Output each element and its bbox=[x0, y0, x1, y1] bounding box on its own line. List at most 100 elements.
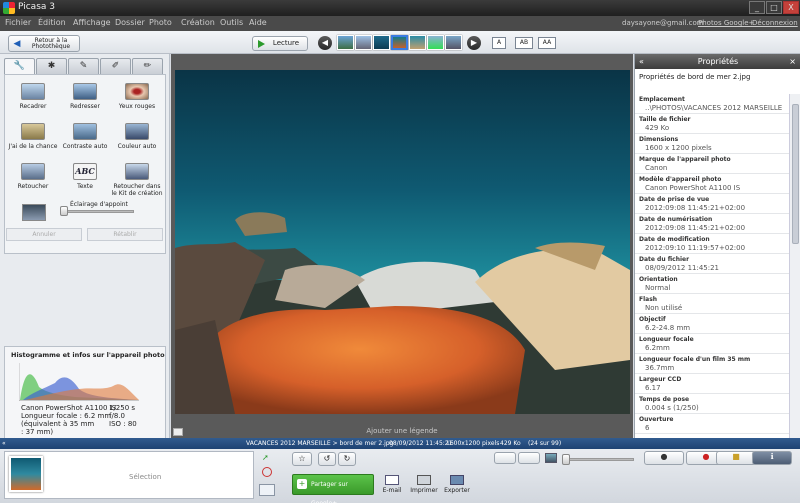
back-arrow-icon: ◀ bbox=[13, 39, 21, 49]
auto-contrast-label: Contraste auto bbox=[62, 143, 108, 150]
red-eye-tool[interactable]: Yeux rouges bbox=[111, 83, 163, 110]
window-title: Picasa 3 bbox=[18, 2, 55, 12]
auto-contrast-tool[interactable]: Contraste auto bbox=[59, 123, 111, 150]
fill-light-label: Éclairage d'appoint bbox=[70, 201, 128, 208]
caption-mode-ab-button[interactable]: AB bbox=[515, 37, 533, 49]
property-key: Marque de l'appareil photo bbox=[639, 156, 731, 163]
fill-light-slider[interactable] bbox=[64, 210, 134, 213]
feeling-lucky-tool[interactable]: J'ai de la chance bbox=[7, 123, 59, 150]
property-value: 6.17 bbox=[645, 384, 661, 392]
straighten-tool[interactable]: Redresser bbox=[59, 83, 111, 110]
logout-link[interactable]: Déconnexion bbox=[752, 19, 798, 27]
property-value: 2012:09:08 11:45:21+02:00 bbox=[645, 224, 746, 232]
menu-creation[interactable]: Création bbox=[181, 18, 215, 27]
export-button[interactable]: Exporter bbox=[437, 475, 477, 494]
retouch-tool[interactable]: Retoucher bbox=[7, 163, 59, 190]
property-key: Date de modification bbox=[639, 236, 710, 243]
fill-light-icon bbox=[22, 204, 46, 221]
menu-affichage[interactable]: Affichage bbox=[73, 18, 111, 27]
filmstrip-thumbnail[interactable] bbox=[445, 35, 462, 50]
hold-pin-icon[interactable]: ➚ bbox=[262, 453, 272, 463]
property-key: Modèle d'appareil photo bbox=[639, 176, 722, 183]
red-eye-icon bbox=[125, 83, 149, 100]
fill-light-slider-handle[interactable] bbox=[60, 206, 68, 216]
export-folder-icon bbox=[450, 475, 464, 485]
caption-input[interactable]: Ajouter une légende bbox=[171, 427, 633, 435]
zoom-slider[interactable] bbox=[562, 458, 634, 461]
property-value: ..\PHOTOS\VACANCES 2012 MARSEILLE bbox=[645, 104, 783, 112]
auto-color-tool[interactable]: Couleur auto bbox=[111, 123, 163, 150]
tab-effects-2[interactable]: ✐ bbox=[100, 58, 131, 74]
collapse-icon[interactable]: « bbox=[2, 440, 6, 447]
menu-fichier[interactable]: Fichier bbox=[5, 18, 31, 27]
filmstrip-thumbnail[interactable] bbox=[427, 35, 444, 50]
text-tool[interactable]: ABC Texte bbox=[59, 163, 111, 190]
next-photo-button[interactable]: ▶ bbox=[467, 36, 481, 50]
property-key: Objectif bbox=[639, 316, 666, 323]
google-photos-link[interactable]: Photos Google+ bbox=[698, 19, 754, 27]
tab-basic-fixes[interactable]: 🔧 bbox=[4, 58, 35, 75]
crop-tool[interactable]: Recadrer bbox=[7, 83, 59, 110]
menu-edition[interactable]: Édition bbox=[38, 18, 66, 27]
property-key: Date de prise de vue bbox=[639, 196, 710, 203]
menu-aide[interactable]: Aide bbox=[249, 18, 267, 27]
previous-photo-button[interactable]: ◀ bbox=[318, 36, 332, 50]
edit-panel: 🔧 ✱ ✎ ✐ ✏ Recadrer Redresser Yeux rouges… bbox=[0, 54, 170, 486]
properties-toggle-button[interactable]: ℹ bbox=[752, 451, 792, 465]
zoom-slider-handle[interactable] bbox=[562, 454, 570, 465]
property-row: Emplacement ..\PHOTOS\VACANCES 2012 MARSE… bbox=[635, 94, 789, 114]
scrollbar-thumb[interactable] bbox=[792, 104, 799, 244]
close-button[interactable]: X bbox=[783, 1, 799, 14]
rotate-left-button[interactable]: ↺ bbox=[318, 452, 336, 466]
minimize-button[interactable]: _ bbox=[749, 1, 765, 14]
account-email: daysayone@gmail.com bbox=[622, 19, 704, 27]
share-google-plus-button[interactable]: + Partager sur Google+ bbox=[292, 474, 374, 503]
view-single-button[interactable] bbox=[494, 452, 516, 464]
tab-tuning[interactable]: ✱ bbox=[36, 58, 67, 74]
people-button[interactable]: ● bbox=[644, 451, 684, 465]
caption-mode-a-button[interactable]: A bbox=[492, 37, 506, 49]
straighten-label: Redresser bbox=[70, 103, 100, 110]
brush-effects-icon: ✐ bbox=[111, 61, 120, 71]
caption-mode-aa-button[interactable]: AA bbox=[538, 37, 556, 49]
redo-button[interactable]: Rétablir bbox=[87, 228, 163, 241]
filmstrip-thumbnail-current[interactable] bbox=[391, 35, 408, 50]
property-row: Ouverture 6 bbox=[635, 414, 789, 434]
maximize-button[interactable]: □ bbox=[766, 1, 782, 14]
photo-image[interactable] bbox=[175, 70, 630, 414]
property-row: Flash Non utilisé bbox=[635, 294, 789, 314]
property-row: Objectif 6.2-24.8 mm bbox=[635, 314, 789, 334]
filmstrip-thumbnail[interactable] bbox=[373, 35, 390, 50]
add-to-album-icon[interactable] bbox=[259, 484, 275, 496]
tags-button[interactable]: ■ bbox=[716, 451, 756, 465]
tab-effects[interactable]: ✎ bbox=[68, 58, 99, 74]
creative-kit-tool[interactable]: Retoucher dans le Kit de création bbox=[111, 163, 163, 197]
view-grid-button[interactable] bbox=[518, 452, 540, 464]
menu-outils[interactable]: Outils bbox=[220, 18, 243, 27]
file-properties-title: Propriétés de bord de mer 2.jpg bbox=[639, 73, 751, 81]
rotate-right-button[interactable]: ↻ bbox=[338, 452, 356, 466]
selected-thumbnail[interactable] bbox=[9, 456, 43, 492]
back-to-library-button[interactable]: ◀ Retour à la Photothèque bbox=[8, 35, 80, 52]
properties-scrollbar[interactable] bbox=[789, 94, 800, 438]
menu-dossier[interactable]: Dossier bbox=[115, 18, 145, 27]
property-key: Date du fichier bbox=[639, 256, 690, 263]
property-row: Longueur focale 6.2mm bbox=[635, 334, 789, 354]
map-pin-icon: ● bbox=[702, 452, 710, 461]
slideshow-button[interactable]: Lecture bbox=[252, 36, 308, 51]
caption-toggle-icon[interactable] bbox=[173, 428, 183, 436]
filmstrip-thumbnail[interactable] bbox=[337, 35, 354, 50]
undo-button[interactable]: Annuler bbox=[6, 228, 82, 241]
properties-list: Emplacement ..\PHOTOS\VACANCES 2012 MARSE… bbox=[635, 94, 789, 438]
collapse-left-icon[interactable]: « bbox=[639, 54, 644, 69]
star-button[interactable]: ☆ bbox=[292, 452, 312, 466]
property-row: Date de numérisation 2012:09:08 11:45:21+… bbox=[635, 214, 789, 234]
clear-tray-icon[interactable] bbox=[262, 467, 272, 477]
filmstrip-thumbnail[interactable] bbox=[409, 35, 426, 50]
close-panel-icon[interactable]: × bbox=[789, 54, 796, 69]
tab-effects-3[interactable]: ✏ bbox=[132, 58, 163, 74]
brush-more-icon: ✏ bbox=[143, 61, 152, 71]
status-size: 429 Ko bbox=[500, 440, 521, 447]
menu-photo[interactable]: Photo bbox=[149, 18, 172, 27]
filmstrip-thumbnail[interactable] bbox=[355, 35, 372, 50]
